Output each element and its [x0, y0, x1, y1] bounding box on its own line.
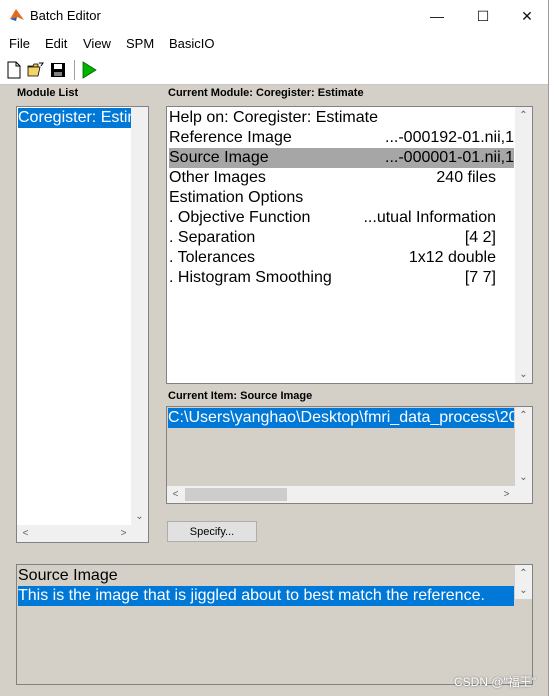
background-window-edge — [548, 0, 556, 696]
new-file-icon[interactable] — [5, 61, 23, 79]
toolbar — [0, 56, 548, 85]
current-item-label: Current Item: Source Image — [168, 390, 313, 402]
menu-bar: File Edit View SPM BasicIO — [0, 32, 548, 56]
close-icon: ✕ — [521, 7, 533, 24]
scroll-right-icon[interactable]: > — [498, 486, 515, 503]
list-item-selected[interactable]: Source Image ...-000001-01.nii,1 — [169, 148, 514, 168]
current-module-label: Current Module: Coregister: Estimate — [168, 87, 364, 99]
scroll-up-icon[interactable]: ⌃ — [515, 565, 532, 582]
menu-file[interactable]: File — [9, 36, 30, 51]
help-title: Source Image — [18, 567, 118, 584]
menu-spm[interactable]: SPM — [126, 36, 154, 51]
scroll-down-icon[interactable]: ⌄ — [131, 508, 148, 525]
list-item[interactable]: Other Images 240 files — [169, 168, 496, 188]
module-list-label: Module List — [17, 87, 79, 99]
scroll-thumb[interactable] — [185, 488, 287, 501]
title-bar[interactable]: Batch Editor — ☐ ✕ — [0, 0, 548, 32]
scroll-left-icon[interactable]: < — [17, 525, 34, 542]
scroll-up-icon[interactable]: ⌃ — [515, 107, 532, 124]
maximize-icon: ☐ — [476, 7, 490, 24]
minimize-button[interactable]: — — [414, 0, 460, 32]
list-item[interactable]: Estimation Options — [169, 188, 496, 208]
minimize-icon: — — [430, 8, 444, 24]
list-item[interactable]: Reference Image ...-000192-01.nii,1 — [169, 128, 514, 148]
specify-button[interactable]: Specify... — [167, 521, 257, 542]
window-title: Batch Editor — [30, 8, 101, 23]
help-vscrollbar[interactable]: ⌃ ⌄ — [515, 565, 532, 684]
scroll-up-icon[interactable]: ⌃ — [515, 407, 532, 424]
scroll-right-icon[interactable]: > — [115, 525, 132, 542]
list-item-selected[interactable]: C:\Users\yanghao\Desktop\fmri_data_proce… — [168, 408, 514, 428]
menu-view[interactable]: View — [83, 36, 111, 51]
current-item-list[interactable]: C:\Users\yanghao\Desktop\fmri_data_proce… — [166, 406, 533, 504]
module-list[interactable]: Coregister: Estimate ⌄ < > — [16, 106, 149, 543]
maximize-button[interactable]: ☐ — [460, 0, 506, 32]
menu-basicio[interactable]: BasicIO — [169, 36, 215, 51]
module-list-hscrollbar[interactable]: < > — [17, 525, 148, 542]
matlab-app-icon — [10, 9, 24, 21]
toolbar-separator — [74, 60, 75, 80]
scroll-down-icon[interactable]: ⌄ — [515, 366, 532, 383]
module-list-vscrollbar[interactable]: ⌄ — [131, 107, 148, 525]
menu-edit[interactable]: Edit — [45, 36, 67, 51]
current-module-vscrollbar[interactable]: ⌃ ⌄ — [515, 107, 532, 383]
current-item-vscrollbar[interactable]: ⌃ ⌄ — [515, 407, 532, 486]
current-module-list[interactable]: Help on: Coregister: Estimate Reference … — [166, 106, 533, 384]
open-folder-icon[interactable] — [27, 61, 45, 79]
list-item[interactable]: . Separation [4 2] — [169, 228, 496, 248]
run-play-icon[interactable] — [80, 61, 98, 79]
scroll-down-icon[interactable]: ⌄ — [515, 582, 532, 599]
list-item[interactable]: Help on: Coregister: Estimate — [169, 108, 514, 128]
current-item-hscrollbar[interactable]: < > — [167, 486, 532, 503]
list-item[interactable]: . Tolerances 1x12 double — [169, 248, 496, 268]
scroll-down-icon[interactable]: ⌄ — [515, 469, 532, 486]
save-disk-icon[interactable] — [49, 61, 67, 79]
help-text-box[interactable]: Source Image This is the image that is j… — [16, 564, 533, 685]
list-item[interactable]: . Histogram Smoothing [7 7] — [169, 268, 496, 288]
list-item[interactable]: . Objective Function ...utual Informatio… — [169, 208, 496, 228]
scroll-left-icon[interactable]: < — [167, 486, 184, 503]
help-text: This is the image that is jiggled about … — [18, 586, 514, 606]
module-list-item[interactable]: Coregister: Estimate — [18, 108, 148, 128]
watermark: CSDN @"福王" — [454, 675, 537, 689]
close-button[interactable]: ✕ — [504, 0, 550, 32]
